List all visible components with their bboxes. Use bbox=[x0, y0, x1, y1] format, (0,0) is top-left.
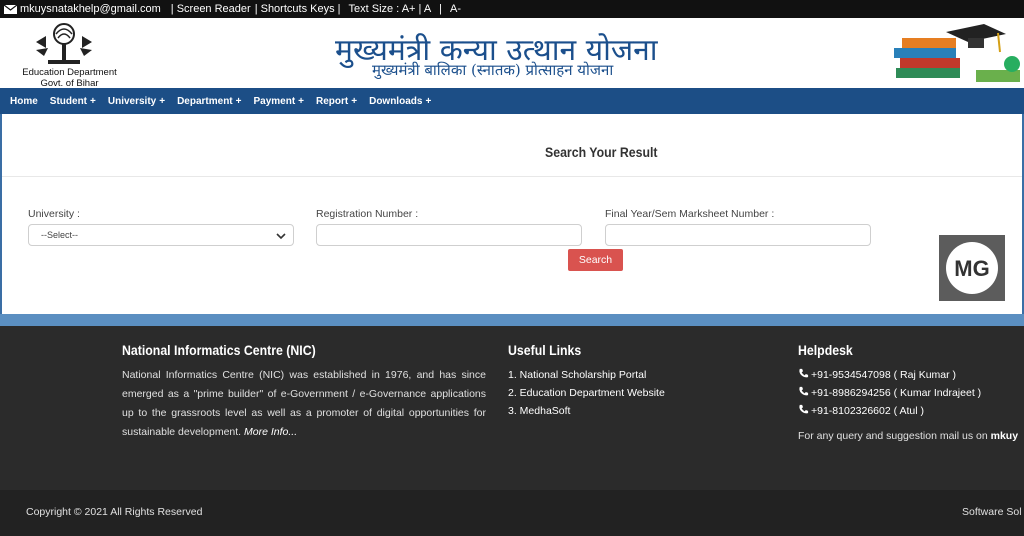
chevron-down-icon bbox=[276, 233, 286, 240]
helpdesk-phone: +91-9534547098 ( Raj Kumar ) bbox=[811, 369, 957, 381]
department-name: Education Department Govt. of Bihar bbox=[12, 67, 127, 89]
site-footer: National Informatics Centre (NIC) Nation… bbox=[0, 326, 1024, 490]
text-size-controls[interactable]: Text Size : A+ | A bbox=[349, 3, 432, 15]
helpdesk-phone: +91-8102326602 ( Atul ) bbox=[811, 405, 924, 417]
nav-university-label: University bbox=[107, 95, 157, 107]
nic-description: National Informatics Centre (NIC) was es… bbox=[122, 366, 486, 442]
university-select[interactable]: --Select-- bbox=[28, 224, 294, 246]
nav-downloads-label: Downloads bbox=[369, 95, 423, 107]
site-header: Education Department Govt. of Bihar मुख्… bbox=[0, 18, 1024, 89]
phone-icon bbox=[799, 404, 809, 414]
useful-link-scholarship-portal[interactable]: 1. National Scholarship Portal bbox=[508, 366, 665, 384]
nav-student-label: Student bbox=[49, 95, 88, 107]
useful-links-list: 1. National Scholarship Portal 2. Educat… bbox=[508, 366, 665, 420]
expand-icon: + bbox=[351, 95, 358, 107]
university-selected-value: --Select-- bbox=[41, 230, 79, 240]
nav-home-label: Home bbox=[10, 95, 38, 107]
nav-student[interactable]: Student + bbox=[50, 96, 96, 107]
phone-icon bbox=[799, 368, 809, 378]
nav-department[interactable]: Department + bbox=[177, 96, 241, 107]
nav-report[interactable]: Report + bbox=[316, 96, 357, 107]
top-bar: mkuysnatakhelp@gmail.com | Screen Reader… bbox=[0, 0, 1024, 18]
mg-watermark-logo: MG bbox=[939, 235, 1005, 301]
contact-email-link[interactable]: mkuysnatakhelp@gmail.com bbox=[20, 3, 161, 15]
bihar-emblem-icon bbox=[36, 23, 92, 64]
query-mail-text: For any query and suggestion mail us on … bbox=[798, 430, 1018, 442]
query-mail-link[interactable]: mkuy bbox=[991, 430, 1018, 442]
helpdesk-contact: +91-9534547098 ( Raj Kumar ) bbox=[798, 366, 981, 384]
footer-band bbox=[0, 314, 1024, 326]
expand-icon: + bbox=[159, 95, 166, 107]
graduation-books-icon bbox=[894, 24, 1020, 82]
nav-report-label: Report bbox=[316, 95, 349, 107]
useful-link-education-website[interactable]: 2. Education Department Website bbox=[508, 384, 665, 402]
shortcuts-keys-link[interactable]: | Shortcuts Keys | bbox=[255, 3, 341, 15]
expand-icon: + bbox=[425, 95, 432, 107]
nav-payment-label: Payment bbox=[253, 95, 296, 107]
helpdesk-contact: +91-8102326602 ( Atul ) bbox=[798, 402, 981, 420]
nav-payment[interactable]: Payment + bbox=[253, 96, 304, 107]
expand-icon: + bbox=[298, 95, 305, 107]
department-name-line1: Education Department bbox=[22, 67, 117, 78]
university-label: University : bbox=[28, 208, 80, 220]
search-button[interactable]: Search bbox=[568, 249, 623, 271]
expand-icon: + bbox=[90, 95, 96, 107]
screen-reader-link[interactable]: | Screen Reader bbox=[171, 3, 251, 15]
divider bbox=[2, 176, 1022, 177]
page-title: Search Your Result bbox=[545, 144, 658, 160]
nic-description-text: National Informatics Centre (NIC) was es… bbox=[122, 369, 486, 438]
text-size-separator: | bbox=[439, 3, 443, 15]
expand-icon: + bbox=[235, 95, 242, 107]
scheme-subtitle: मुख्यमंत्री बालिका (स्नातक) प्रोत्साहन य… bbox=[372, 61, 614, 79]
search-result-panel: Search Your Result University : --Select… bbox=[0, 114, 1024, 314]
useful-links-heading: Useful Links bbox=[508, 342, 582, 358]
software-credit: Software Sol bbox=[962, 506, 1022, 518]
svg-text:MG: MG bbox=[954, 256, 989, 281]
nic-heading: National Informatics Centre (NIC) bbox=[122, 342, 316, 358]
nav-department-label: Department bbox=[177, 95, 233, 107]
registration-number-input[interactable] bbox=[316, 224, 582, 246]
main-nav: Home Student + University + Department + Pa… bbox=[0, 88, 1024, 114]
bottom-bar: Copyright © 2021 All Rights Reserved Sof… bbox=[0, 490, 1024, 536]
useful-link-medhasoft[interactable]: 3. MedhaSoft bbox=[508, 402, 665, 420]
text-size-decrease-button[interactable]: A- bbox=[450, 3, 461, 15]
registration-number-label: Registration Number : bbox=[316, 208, 419, 220]
helpdesk-contact: +91-8986294256 ( Kumar Indrajeet ) bbox=[798, 384, 981, 402]
more-info-link[interactable]: More Info... bbox=[244, 426, 297, 438]
copyright-text: Copyright © 2021 All Rights Reserved bbox=[26, 506, 203, 518]
nav-downloads[interactable]: Downloads + bbox=[369, 96, 431, 107]
helpdesk-list: +91-9534547098 ( Raj Kumar ) +91-8986294… bbox=[798, 366, 981, 420]
helpdesk-heading: Helpdesk bbox=[798, 342, 853, 358]
phone-icon bbox=[799, 386, 809, 396]
marksheet-number-input[interactable] bbox=[605, 224, 871, 246]
mail-icon bbox=[4, 4, 17, 14]
marksheet-number-label: Final Year/Sem Marksheet Number : bbox=[605, 208, 775, 220]
query-text: For any query and suggestion mail us on bbox=[798, 430, 988, 442]
helpdesk-phone: +91-8986294256 ( Kumar Indrajeet ) bbox=[811, 387, 982, 399]
nav-home[interactable]: Home bbox=[10, 96, 38, 107]
nav-university[interactable]: University + bbox=[108, 96, 165, 107]
